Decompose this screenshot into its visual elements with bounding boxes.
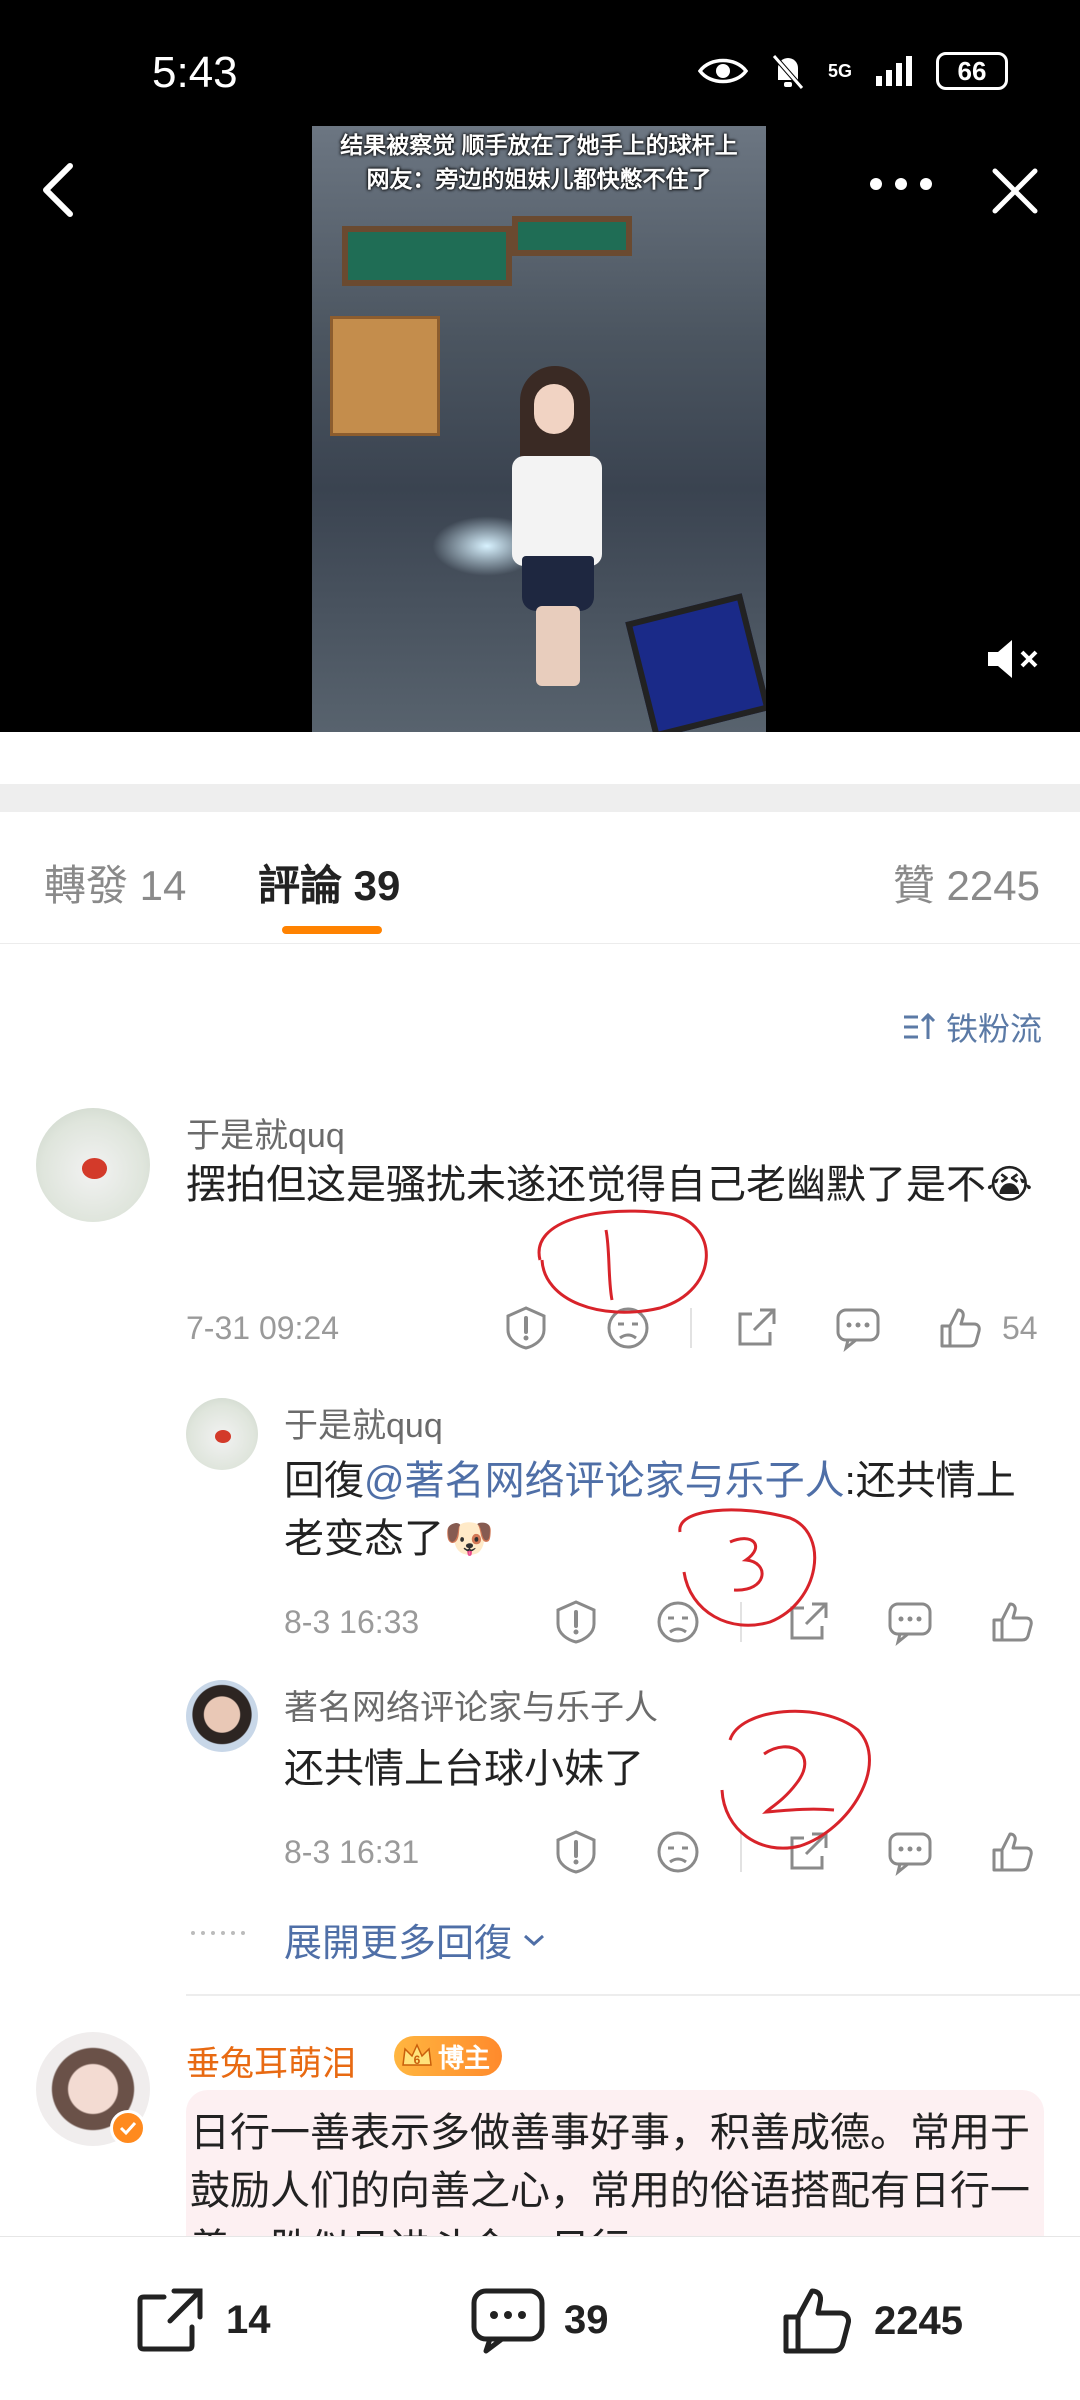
comment-button[interactable]: 39 [470, 2285, 609, 2355]
monitor-image [625, 593, 766, 732]
like-icon[interactable] [988, 1828, 1036, 1876]
tab-bar: 轉發 14 評論 39 贊 2245 [0, 812, 1080, 944]
pool-table-image [512, 216, 632, 256]
volume-mute-icon[interactable] [984, 634, 1044, 684]
comment-divider [186, 1994, 1080, 1996]
reply-time: 8-3 16:33 [284, 1604, 420, 1640]
repost-button[interactable]: 14 [134, 2285, 271, 2355]
chevron-down-icon [522, 1932, 546, 1948]
more-icon[interactable] [868, 174, 934, 194]
like-count: 54 [1002, 1310, 1038, 1346]
video-caption-line1: 结果被察觉 顺手放在了她手上的球杆上 [340, 132, 738, 158]
reply-username[interactable]: 于是就quq [284, 1398, 443, 1447]
status-time: 5:43 [152, 48, 238, 97]
section-divider [0, 784, 1080, 812]
eye-icon [697, 55, 748, 87]
signal-icon [874, 54, 914, 88]
sort-label: 铁粉流 [945, 1011, 1042, 1047]
badge-label: 博主 [438, 2042, 491, 2073]
video-frame: 结果被察觉 顺手放在了她手上的球杆上 网友：旁边的姐妹儿都快憋不住了 [312, 126, 766, 732]
cabinet-image [330, 316, 440, 436]
reply-time: 8-3 16:31 [284, 1834, 420, 1870]
close-icon[interactable] [990, 166, 1040, 216]
crown-icon: 6 [400, 2041, 434, 2071]
reply-icon[interactable] [886, 1828, 934, 1876]
tab-like[interactable]: 贊 2245 [893, 852, 1040, 913]
comment-time: 7-31 09:24 [186, 1310, 340, 1346]
report-icon[interactable] [552, 1598, 600, 1646]
reply-text: 还共情上台球小妹了 [284, 1747, 644, 1791]
like-icon [783, 2288, 851, 2354]
tab-repost[interactable]: 轉發 14 [44, 852, 186, 913]
mute-bell-icon [770, 52, 806, 90]
dislike-face-icon[interactable] [654, 1828, 702, 1876]
thread-dots [190, 1930, 250, 1936]
dog-emoji: 🐶 [444, 1517, 494, 1561]
tab-comment[interactable]: 評論 39 [258, 852, 400, 913]
expand-more-replies-button[interactable]: 展開更多回復 [284, 1912, 546, 1967]
blogger-badge: 6 博主 [394, 2036, 503, 2076]
comment-username[interactable]: 垂兔耳萌泪 [186, 2036, 356, 2085]
share-icon [137, 2288, 203, 2352]
mention-link[interactable]: @著名网络评论家与乐子人 [364, 1459, 845, 1503]
svg-text:6: 6 [414, 2053, 421, 2067]
video-player[interactable]: 5:43 5G 66 结果被察觉 顺手放在了她手上的球杆上 网友：旁边的姐妹儿都… [0, 0, 1080, 732]
reply-username[interactable]: 著名网络评论家与乐子人 [284, 1680, 658, 1729]
repost-count: 14 [226, 2297, 271, 2342]
avatar[interactable] [36, 1108, 150, 1222]
comment-icon [471, 2288, 545, 2354]
pool-table-image [342, 226, 512, 286]
bottom-action-bar: 14 39 2245 [0, 2236, 1080, 2400]
like-button[interactable]: 2245 [780, 2285, 963, 2357]
sort-toggle[interactable]: 铁粉流 [902, 1004, 1042, 1050]
sort-icon [902, 1011, 938, 1043]
like-total: 2245 [874, 2298, 963, 2343]
network-label: 5G [827, 61, 852, 81]
video-caption-line2: 网友：旁边的姐妹儿都快憋不住了 [366, 166, 712, 192]
comment-username[interactable]: 于是就quq [186, 1108, 345, 1157]
status-icons: 5G 66 [697, 52, 1008, 90]
share-icon[interactable] [732, 1304, 780, 1352]
battery-icon: 66 [936, 52, 1008, 90]
back-icon[interactable] [38, 160, 78, 220]
reply-icon[interactable] [834, 1304, 882, 1352]
person-image [512, 366, 602, 686]
reply-icon[interactable] [886, 1598, 934, 1646]
comment-count: 39 [564, 2297, 609, 2342]
active-tab-indicator [282, 926, 382, 934]
like-icon[interactable] [936, 1304, 984, 1352]
avatar[interactable] [186, 1680, 258, 1752]
expand-more-label: 展開更多回復 [284, 1923, 513, 1965]
verified-badge-icon [110, 2110, 146, 2146]
like-icon[interactable] [988, 1598, 1036, 1646]
reply-text: 回復@著名网络评论家与乐子人:还共情上老变态了🐶 [284, 1459, 1016, 1561]
crying-emoji: 😭 [986, 1163, 1033, 1207]
annotation-circle-1 [537, 1209, 708, 1314]
annotation-circle-2 [720, 1709, 871, 1850]
annotation-circle-3 [678, 1508, 817, 1627]
avatar[interactable] [186, 1398, 258, 1470]
report-icon[interactable] [552, 1828, 600, 1876]
